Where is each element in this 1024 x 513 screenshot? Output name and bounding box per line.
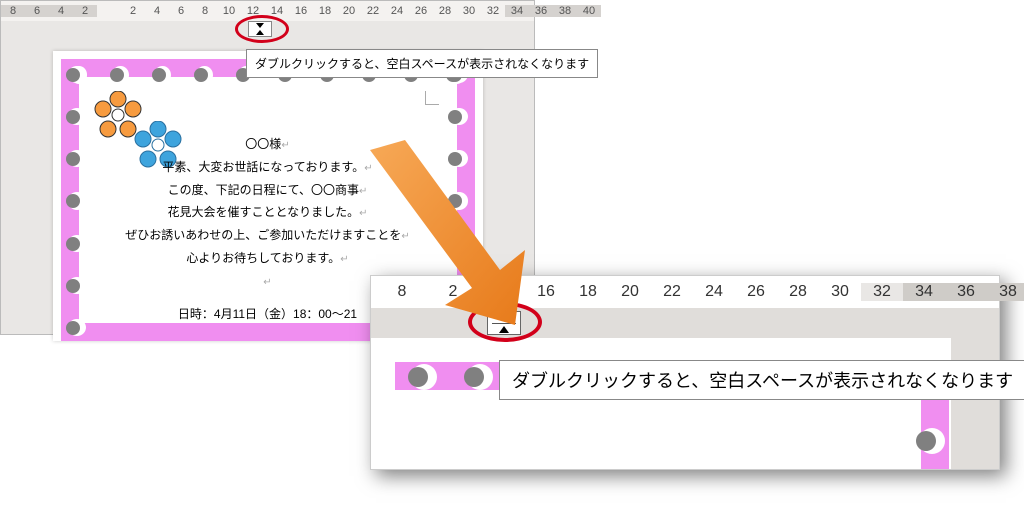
- text-salutation: 〇〇様: [245, 137, 281, 151]
- ruler-mark: 26: [409, 5, 433, 17]
- ruler-mark: 10: [217, 5, 241, 17]
- ruler-mark: 38: [553, 5, 577, 17]
- ruler-mark: 26: [735, 283, 777, 301]
- ruler-mark: 32: [861, 283, 903, 301]
- ruler-mark: 36: [945, 283, 987, 301]
- ruler-mark: 34: [505, 5, 529, 17]
- ruler-mark: 18: [313, 5, 337, 17]
- ruler-mark: 20: [609, 283, 651, 301]
- ruler-mark: 18: [567, 283, 609, 301]
- ruler-mark: 22: [361, 5, 385, 17]
- ruler-mark: 24: [693, 283, 735, 301]
- ruler-mark: 8: [193, 5, 217, 17]
- border-dot: [919, 428, 945, 454]
- ruler-mark: 6: [169, 5, 193, 17]
- ruler-mark: 16: [525, 283, 567, 301]
- document-page[interactable]: 〇〇様↵ 平素、大変お世話になっております。↵ この度、下記の日程にて、〇〇商事…: [53, 51, 483, 341]
- ruler-mark: 2: [73, 5, 97, 17]
- document-body-text[interactable]: 〇〇様↵ 平素、大変お世話になっております。↵ この度、下記の日程にて、〇〇商事…: [93, 133, 443, 325]
- ruler-mark: 22: [651, 283, 693, 301]
- text-line: この度、下記の日程にて、〇〇商事: [168, 183, 359, 197]
- ruler-mark: 40: [577, 5, 601, 17]
- ruler-mark: 16: [289, 5, 313, 17]
- ruler-mark: 28: [433, 5, 457, 17]
- ruler-mark: 8: [1, 5, 25, 17]
- ruler-mark: 4: [145, 5, 169, 17]
- ruler-mark: 38: [987, 283, 1024, 301]
- ruler-mark: 14: [483, 283, 525, 301]
- ruler-mark: 32: [481, 5, 505, 17]
- ruler-mark: 36: [529, 5, 553, 17]
- text-line: 心よりお待ちしております。: [186, 251, 340, 265]
- tooltip: ダブルクリックすると、空白スペースが表示されなくなります: [499, 360, 1024, 400]
- ruler-mark: 30: [819, 283, 861, 301]
- text-line: 花見大会を催すこととなりました。: [167, 205, 359, 219]
- editor-panel-zoom: 8 2 14 16 18 20 22 24 26 28 30 32 34 36 …: [370, 275, 1000, 470]
- ruler-mark: 30: [457, 5, 481, 17]
- ruler-mark: 34: [903, 283, 945, 301]
- horizontal-ruler-zoom[interactable]: 8 2 14 16 18 20 22 24 26 28 30 32 34 36 …: [371, 276, 999, 308]
- ruler-mark: 24: [385, 5, 409, 17]
- annotation-highlight-oval: [468, 302, 542, 342]
- text-line: 平素、大変お世話になっております。: [162, 160, 364, 174]
- text-line: ぜひお誘いあわせの上、ご参加いただけますことを: [125, 228, 401, 242]
- ruler-mark: 6: [25, 5, 49, 17]
- tooltip: ダブルクリックすると、空白スペースが表示されなくなります: [246, 49, 598, 78]
- ruler-mark: 2: [121, 5, 145, 17]
- margin-corner-mark: [425, 91, 439, 105]
- ruler-mark: 28: [777, 283, 819, 301]
- annotation-highlight-oval: [235, 15, 289, 43]
- text-date: 日時：4月11日（金）18：00～21: [178, 307, 357, 321]
- ruler-mark: 4: [49, 5, 73, 17]
- page-gap-area-zoom[interactable]: [371, 308, 999, 338]
- border-dots-left: [68, 66, 86, 336]
- ruler-mark: 20: [337, 5, 361, 17]
